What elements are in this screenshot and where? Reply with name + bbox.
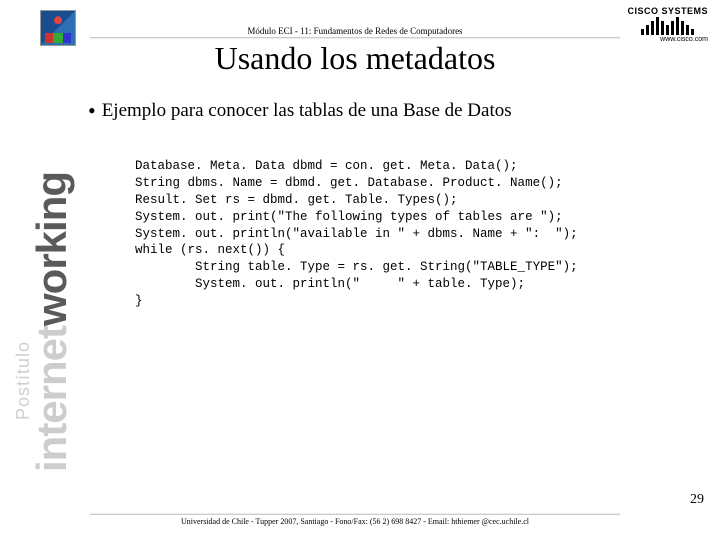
- cisco-logo: CISCO SYSTEMS www.cisco.com: [627, 6, 708, 43]
- sidebar-internet-light: internet: [28, 326, 75, 472]
- sidebar-internetworking: internetworking: [28, 172, 76, 472]
- footer-text: Universidad de Chile - Tupper 2007, Sant…: [90, 514, 620, 526]
- module-subtitle: Módulo ECI - 11: Fundamentos de Redes de…: [90, 26, 620, 38]
- slide-number: 29: [690, 492, 704, 508]
- bullet-dot-icon: •: [88, 98, 96, 123]
- bullet-item: • Ejemplo para conocer las tablas de una …: [88, 98, 690, 124]
- bullet-text: Ejemplo para conocer las tablas de una B…: [102, 100, 512, 121]
- page-title: Usando los metadatos: [90, 40, 620, 77]
- uchile-emblem: [40, 10, 76, 46]
- cisco-brand-text: CISCO SYSTEMS: [627, 6, 708, 16]
- cisco-url: www.cisco.com: [627, 36, 708, 43]
- code-block: Database. Meta. Data dbmd = con. get. Me…: [135, 158, 690, 310]
- cisco-bars-icon: [627, 17, 708, 35]
- sidebar-internet-dark: working: [28, 172, 75, 326]
